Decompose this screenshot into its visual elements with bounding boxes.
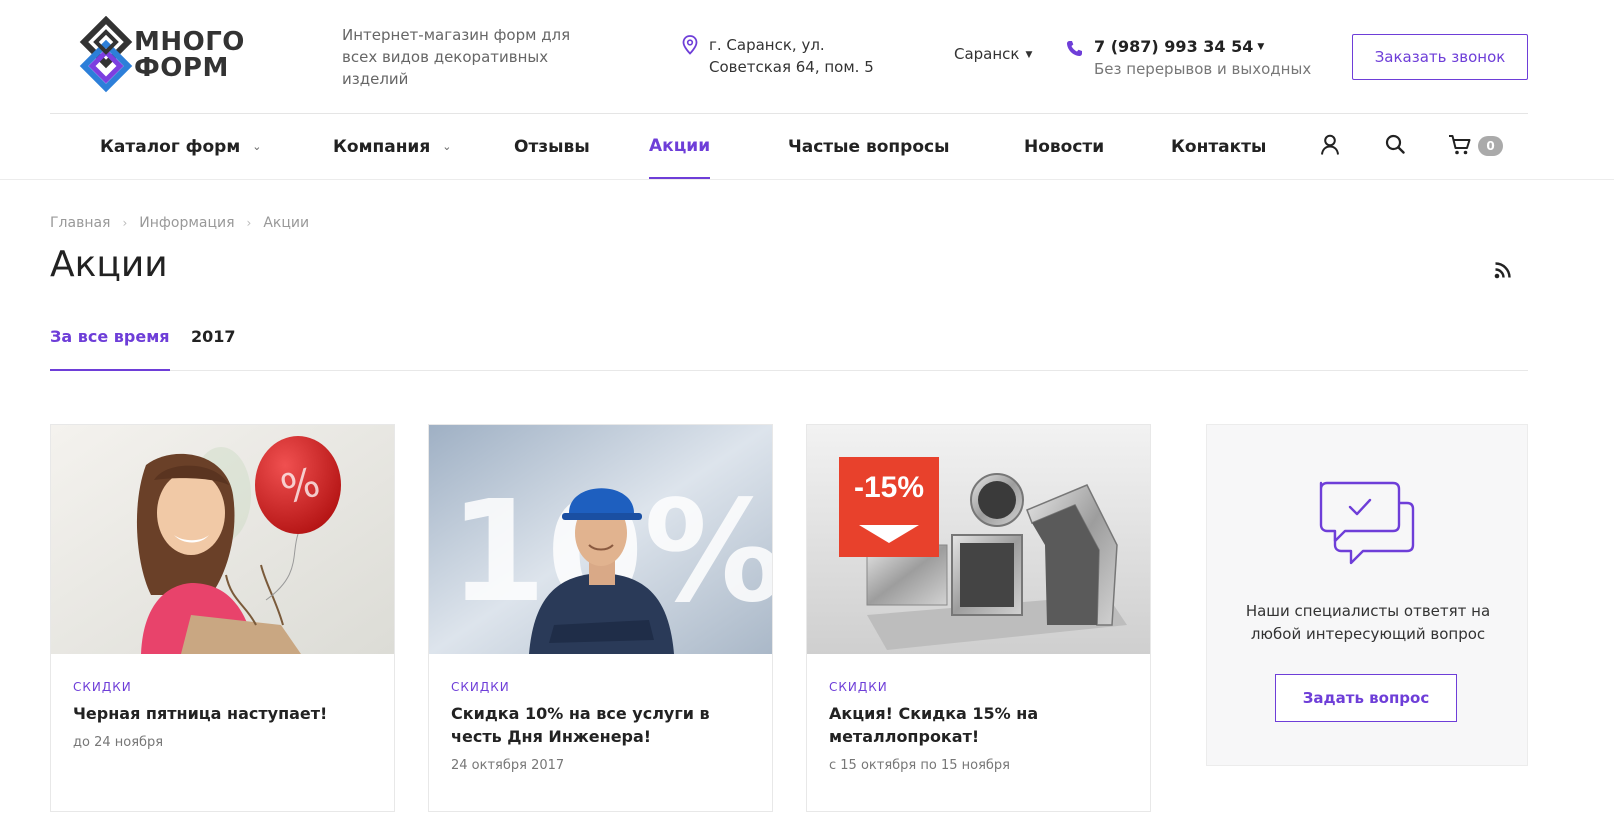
caret-down-icon: ▼ [1257, 42, 1265, 52]
phone-text: 7 (987) 993 34 54 [1094, 37, 1254, 56]
promo-image-woman-balloon[interactable]: % [51, 425, 394, 654]
nav-item-contacts[interactable]: Контакты [1171, 114, 1266, 179]
search-icon[interactable] [1385, 134, 1405, 156]
nav-item-reviews[interactable]: Отзывы [514, 114, 590, 179]
promo-tag: скидки [829, 680, 888, 694]
breadcrumb-current: Акции [263, 215, 310, 231]
rss-icon[interactable] [1494, 261, 1512, 279]
nav-item-label: Каталог форм [100, 136, 241, 157]
nav-item-news[interactable]: Новости [1024, 114, 1104, 179]
site-header: МНОГО ФОРМ Интернет-магазин форм для все… [0, 0, 1614, 112]
promo-title[interactable]: Черная пятница наступает! [73, 702, 372, 725]
promo-card[interactable]: % скидки Черная пятница наступает! до 24… [50, 424, 395, 812]
ask-question-button[interactable]: Задать вопрос [1275, 674, 1457, 722]
logo-text: МНОГО ФОРМ [134, 27, 245, 83]
nav-item-label: Компания [333, 136, 431, 157]
cart-count-badge[interactable]: 0 [1478, 136, 1503, 156]
promo-card[interactable]: -15% скидки Акция! Скидка 15% на металло… [806, 424, 1151, 812]
promo-title[interactable]: Акция! Скидка 15% на металлопрокат! [829, 702, 1128, 748]
logo[interactable]: МНОГО ФОРМ [78, 16, 248, 96]
chevron-down-icon: ⌄ [252, 140, 262, 153]
promo-date: 24 октября 2017 [451, 758, 565, 773]
promo-tag: скидки [451, 680, 510, 694]
phone-number[interactable]: 7 (987) 993 34 54 ▼ [1094, 37, 1264, 56]
engineer-image: 10% [429, 425, 772, 654]
promo-title[interactable]: Скидка 10% на все услуги в честь Дня Инж… [451, 702, 750, 748]
breadcrumb-info[interactable]: Информация [139, 215, 234, 231]
city-label: Саранск [954, 45, 1020, 63]
logo-mark-icon [79, 16, 133, 93]
promo-image-metal-profiles[interactable]: -15% [807, 425, 1150, 654]
nav-item-company[interactable]: Компания ⌄ [333, 114, 451, 179]
breadcrumb-separator-icon: › [122, 216, 128, 230]
city-selector[interactable]: Саранск ▼ [954, 45, 1032, 63]
breadcrumb: Главная › Информация › Акции [50, 215, 309, 231]
metal-profiles-image [807, 425, 1150, 654]
nav-item-promotions[interactable]: Акции [649, 114, 711, 179]
cart-icon[interactable] [1448, 134, 1472, 156]
discount-badge: -15% [853, 471, 925, 504]
breadcrumb-home[interactable]: Главная [50, 215, 110, 231]
tab-all-time[interactable]: За все время [50, 327, 170, 371]
main-nav: Каталог форм ⌄ Компания ⌄ Отзывы Акции Час… [0, 114, 1614, 180]
promo-tag: скидки [73, 680, 132, 694]
caret-down-icon: ▼ [1025, 50, 1033, 60]
location-pin-icon [682, 35, 698, 55]
promo-image-engineer[interactable]: 10% [429, 425, 772, 654]
ask-question-box: Наши специалисты ответят на любой интере… [1206, 424, 1528, 766]
store-address: г. Саранск, ул. Советская 64, пом. 5 [709, 36, 874, 76]
site-tagline: Интернет-магазин форм для всех видов дек… [342, 26, 571, 88]
chevron-down-icon: ⌄ [442, 140, 452, 153]
chat-bubbles-icon [1319, 481, 1415, 565]
phone-note: Без перерывов и выходных [1094, 60, 1312, 78]
breadcrumb-separator-icon: › [246, 216, 252, 230]
nav-item-faq[interactable]: Частые вопросы [788, 114, 949, 179]
promo-card[interactable]: 10% скидки Скидка 10% на все услуги в че… [428, 424, 773, 812]
promo-date: с 15 октября по 15 ноября [829, 758, 1010, 773]
tab-2017[interactable]: 2017 [191, 327, 236, 371]
page-title: Акции [50, 244, 168, 285]
promo-date: до 24 ноября [73, 735, 164, 750]
ask-question-text: Наши специалисты ответят на любой интере… [1245, 602, 1491, 643]
nav-item-catalog[interactable]: Каталог форм ⌄ [100, 114, 261, 179]
woman-balloon-image: % [51, 425, 394, 654]
order-callback-button[interactable]: Заказать звонок [1352, 34, 1528, 80]
phone-icon [1067, 41, 1082, 56]
period-tabs: За все время 2017 [50, 317, 1528, 371]
user-icon[interactable] [1320, 134, 1340, 156]
